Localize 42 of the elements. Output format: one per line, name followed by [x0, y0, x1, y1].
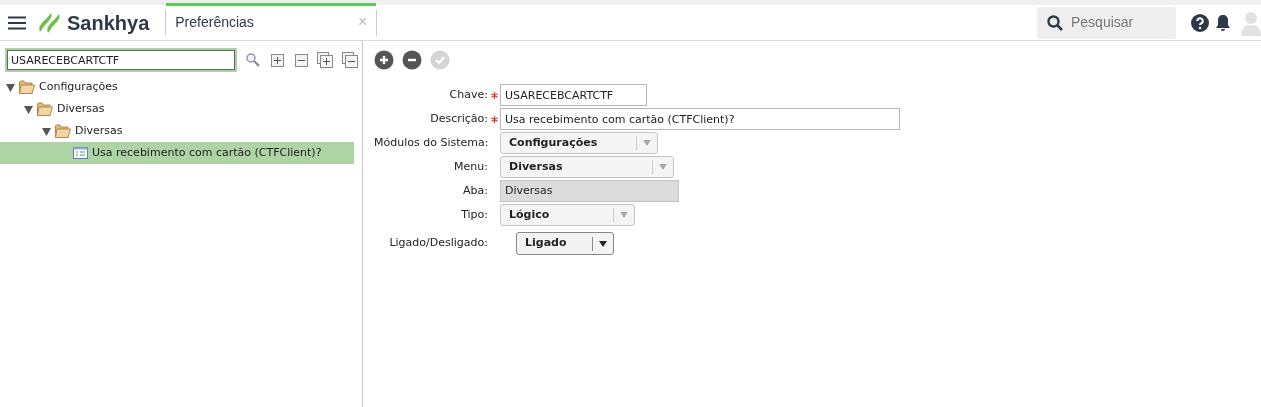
expand-caret-icon[interactable]: [24, 104, 33, 114]
tree-search-field[interactable]: USARECEBCARTCTF: [5, 48, 237, 72]
tree-item[interactable]: Diversas: [0, 98, 354, 120]
search-bar[interactable]: Pesquisar: [1037, 6, 1176, 39]
bell-icon[interactable]: [1215, 13, 1231, 32]
search-field[interactable]: Pesquisar: [1071, 12, 1161, 33]
menu-icon[interactable]: [8, 15, 26, 30]
expand-caret-icon[interactable]: [42, 126, 51, 136]
folder-icon: [37, 102, 53, 116]
collapse-icon[interactable]: [295, 53, 308, 67]
dropdown-caret-icon[interactable]: [599, 240, 607, 247]
add-icon[interactable]: [374, 50, 394, 70]
help-icon[interactable]: [1191, 13, 1209, 32]
tree-item[interactable]: Configurações: [0, 76, 354, 98]
form-icon: [73, 147, 88, 159]
collapse-all-icon[interactable]: [342, 52, 358, 68]
expand-all-icon[interactable]: [317, 52, 333, 68]
select-field[interactable]: Ligado: [516, 232, 614, 255]
tab[interactable]: Preferências ×: [166, 2, 377, 39]
tree-item[interactable]: Usa recebimento com cartão (CTFClient)?: [0, 142, 354, 164]
select-field[interactable]: Lógico: [500, 204, 635, 226]
tree-item[interactable]: Diversas: [0, 120, 354, 142]
search-icon[interactable]: [246, 53, 260, 67]
folder-icon: [55, 124, 71, 138]
field-label: Menu:: [453, 158, 488, 175]
field-label: Aba:: [462, 182, 488, 199]
field-label: Chave:: [448, 86, 488, 103]
remove-icon[interactable]: [402, 50, 422, 70]
field-label: Módulos do Sistema:: [374, 134, 488, 151]
select-field[interactable]: Configurações: [500, 132, 658, 154]
expand-icon[interactable]: [271, 53, 284, 67]
text-field[interactable]: USARECEBCARTCTF: [500, 84, 647, 106]
app-name: Sankhya: [67, 10, 150, 36]
expand-caret-icon[interactable]: [6, 82, 15, 92]
select-field[interactable]: Diversas: [500, 156, 674, 178]
folder-icon: [19, 80, 35, 94]
field-label: Descrição:: [429, 110, 488, 127]
text-field[interactable]: Usa recebimento com cartão (CTFClient)?: [500, 108, 900, 130]
readonly-field: Diversas: [500, 180, 679, 202]
field-label: Ligado/Desligado:: [388, 235, 488, 252]
field-label: Tipo:: [460, 206, 488, 223]
search-icon: [1047, 14, 1063, 31]
